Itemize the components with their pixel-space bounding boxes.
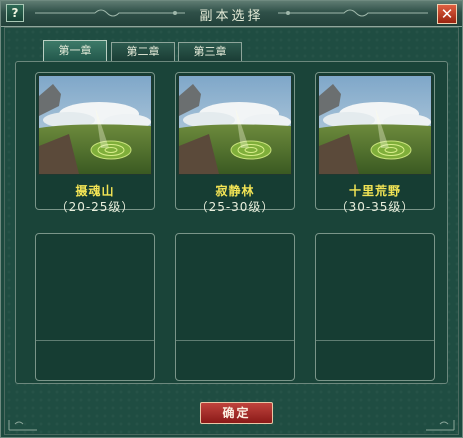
dungeon-level-range: （25-30级） [195,200,275,214]
empty-dungeon-slot [35,233,155,381]
dungeon-level-range: （20-25级） [55,200,135,214]
dungeon-name: 摄魂山 [75,184,115,198]
content-area: 第一章 第二章 第三章 摄魂山 （20-25级） 寂静林 （25-30级） 十里… [4,27,459,435]
tab-chapter-1[interactable]: 第一章 [43,40,107,62]
dungeon-name: 十里荒野 [348,184,401,198]
confirm-button[interactable]: 确定 [200,402,273,424]
title-ornament-right [278,9,428,17]
tab-chapter-3[interactable]: 第三章 [178,42,242,61]
slot-divider [176,340,294,341]
dungeon-panel: 摄魂山 （20-25级） 寂静林 （25-30级） 十里荒野 （30-35级） [15,61,448,384]
dungeon-thumbnail [38,75,152,175]
dungeon-card-2[interactable]: 寂静林 （25-30级） [175,72,295,214]
empty-dungeon-slot [315,233,435,381]
dungeon-card-1[interactable]: 摄魂山 （20-25级） [35,72,155,214]
slot-divider [36,340,154,341]
landscape-image [39,76,151,174]
landscape-image [179,76,291,174]
dungeon-thumbnail [318,75,432,175]
corner-ornament-right [426,420,455,431]
title-bar[interactable]: ? 副本选择 ✕ [1,1,462,27]
corner-ornament-left [8,420,37,431]
empty-dungeon-slot [175,233,295,381]
dungeon-card-3[interactable]: 十里荒野 （30-35级） [315,72,435,214]
dungeon-name: 寂静林 [215,184,255,198]
slot-divider [316,340,434,341]
dungeon-select-window: ? 副本选择 ✕ 第一章 第二章 第三章 摄魂山 （20-25级） 寂静林 （2… [0,0,463,438]
tab-chapter-2[interactable]: 第二章 [111,42,175,61]
dungeon-thumbnail [178,75,292,175]
close-button[interactable]: ✕ [437,4,457,24]
landscape-image [319,76,431,174]
dungeon-level-range: （30-35级） [335,200,415,214]
